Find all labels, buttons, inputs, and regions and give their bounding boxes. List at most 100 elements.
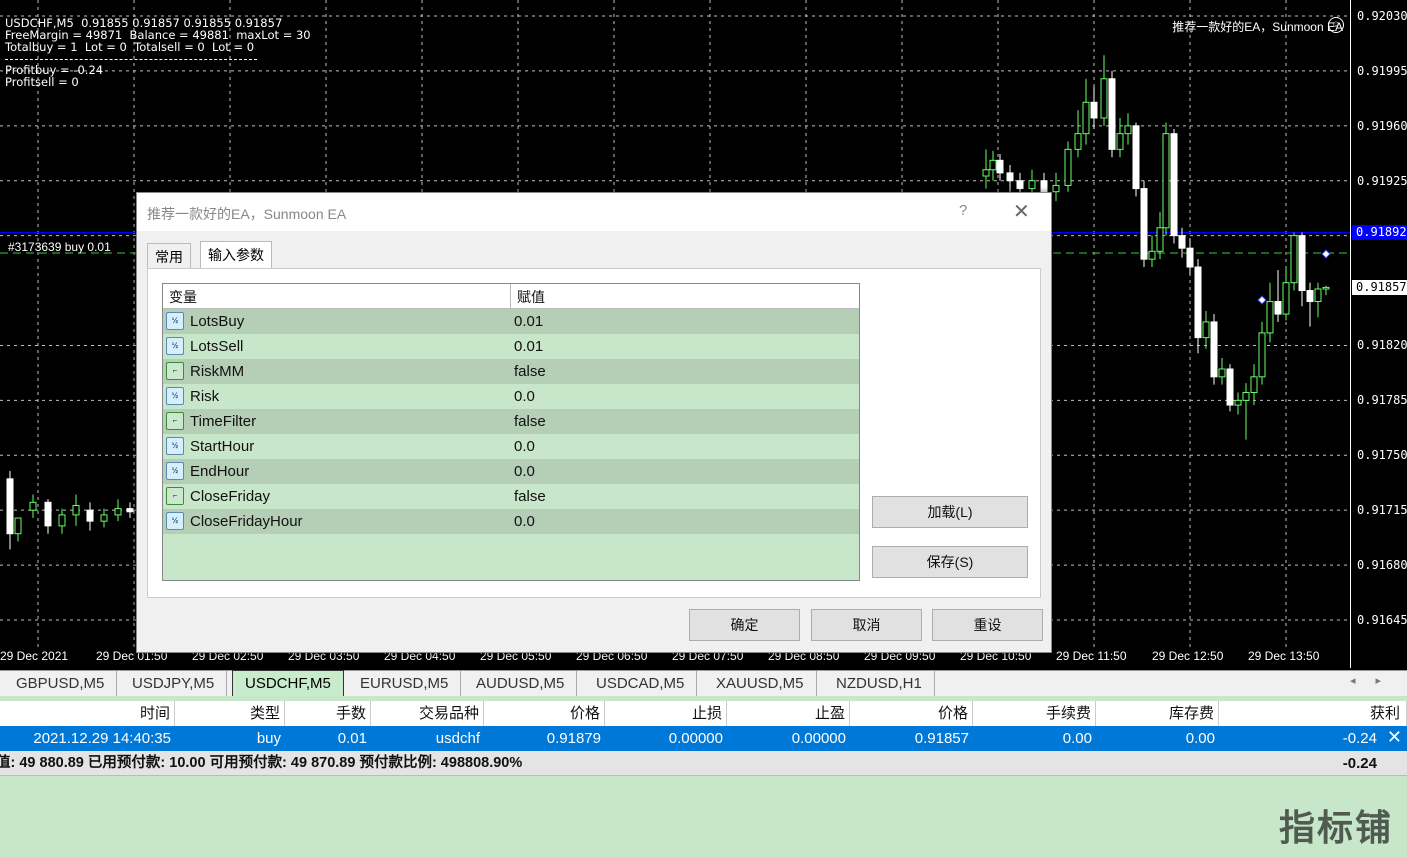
table-cell: buy [256,730,281,747]
candle-body [1140,188,1148,260]
number-param-icon: ½ [166,337,184,355]
param-value[interactable]: false [514,484,546,509]
number-param-icon: ½ [166,312,184,330]
tab-inputs[interactable]: 输入参数 [200,241,272,268]
candle-body [982,169,990,177]
param-row[interactable]: ⌐ RiskMM false [163,359,859,384]
chart-tab[interactable]: AUDUSD,M5 [464,671,578,696]
close-icon[interactable]: ✕ [1013,199,1030,224]
param-row[interactable]: ⌐ CloseFriday false [163,484,859,509]
price-tick-label: 0.91925 [1357,173,1407,188]
param-row[interactable]: ⌐ TimeFilter false [163,409,859,434]
param-value[interactable]: 0.0 [514,384,535,409]
price-tick-label: 0.92030 [1357,9,1407,23]
number-param-icon: ½ [166,462,184,480]
column-header[interactable]: 库存费 [1096,701,1219,726]
profit-sell-line: Profitsell = 0 [5,74,79,89]
candle-body [1006,172,1014,182]
bool-param-icon: ⌐ [166,487,184,505]
smile-icon[interactable]: ☺ [1328,17,1344,33]
candle-body [1124,125,1132,135]
candle-body [1178,235,1186,249]
param-value[interactable]: 0.0 [514,459,535,484]
chart-tab[interactable]: NZDUSD,H1 [824,671,935,696]
column-header[interactable]: 类型 [175,701,285,726]
candle-body [1290,235,1298,284]
tab-scroll-arrows-icon[interactable]: ◂▸ [1350,674,1401,687]
candle-body [1202,321,1210,339]
table-cell: 2021.12.29 14:40:35 [33,730,171,747]
column-variable[interactable]: 变量 [163,284,197,309]
candle-body [1218,368,1226,378]
ok-button[interactable]: 确定 [689,609,800,641]
table-cell: 0.00 [1185,730,1215,747]
param-value[interactable]: 0.0 [514,509,535,534]
candle-body [1258,332,1266,378]
param-name: LotsBuy [190,313,245,330]
param-row[interactable]: ½ LotsBuy 0.01 [163,309,859,334]
param-value[interactable]: 0.01 [514,334,543,359]
price-tick-label: 0.91820 [1357,338,1407,353]
reset-button[interactable]: 重设 [932,609,1043,641]
tab-general[interactable]: 常用 [147,243,191,268]
param-row[interactable]: ½ CloseFridayHour 0.0 [163,509,859,534]
param-row[interactable]: ½ LotsSell 0.01 [163,334,859,359]
param-value[interactable]: false [514,409,546,434]
candle-body [1186,247,1194,268]
param-row[interactable]: ½ StartHour 0.0 [163,434,859,459]
table-row[interactable]: ✕ 2021.12.29 14:40:35 buy 0.01 usdchf 0.9187… [0,726,1407,751]
order-line-label: #3173639 buy 0.01 [8,240,111,254]
table-cell: 0.01 [337,730,367,747]
candle-body [1116,133,1124,150]
param-value[interactable]: false [514,359,546,384]
param-value[interactable]: 0.0 [514,434,535,459]
param-value[interactable]: 0.01 [514,309,543,334]
param-table-header: 变量 赋值 [163,284,859,309]
param-row[interactable]: ½ EndHour 0.0 [163,459,859,484]
column-header[interactable]: 交易品种 [371,701,484,726]
candle-body [1016,180,1024,190]
price-tick-label: 0.91857 [1352,280,1407,296]
candle-body [126,508,134,513]
help-button[interactable]: ? [959,202,967,219]
column-header[interactable]: 价格 [484,701,605,726]
table-cell: 0.00000 [668,730,723,747]
chart-tab[interactable]: USDJPY,M5 [120,671,228,696]
trade-arrow-icon [1321,249,1331,259]
column-header[interactable]: 止损 [605,701,727,726]
info-separator [5,58,257,60]
candle-body [1250,376,1258,394]
candle-body [1266,301,1274,334]
candle-body [86,509,94,522]
candle-body [1082,101,1090,135]
candle-body [100,514,108,522]
candle-body [1108,78,1116,150]
save-button[interactable]: 保存(S) [872,546,1028,578]
dialog-titlebar[interactable]: 推荐一款好的EA，Sunmoon EA ? ✕ [137,193,1051,231]
chart-tab[interactable]: USDCAD,M5 [584,671,698,696]
terminal-panel: 时间 类型 手数 交易品种 价格 止损 止盈 价格 手续费 库存费 获利 ✕ 2021.12.29 … [0,696,1407,857]
account-summary-text: 值: 49 880.89 已用预付款: 10.00 可用预付款: 49 870.… [0,755,523,771]
number-param-icon: ½ [166,437,184,455]
column-header[interactable]: 止盈 [727,701,850,726]
chart-tab[interactable]: GBPUSD,M5 [4,671,118,696]
candle-body [1132,125,1140,190]
column-value[interactable]: 赋值 [510,284,545,309]
column-header[interactable]: 手数 [285,701,371,726]
column-header[interactable]: 手续费 [973,701,1096,726]
chart-tab[interactable]: USDCHF,M5 [232,670,344,697]
chart-tab[interactable]: EURUSD,M5 [348,671,462,696]
candle-body [1090,101,1098,119]
param-row[interactable]: ½ Risk 0.0 [163,384,859,409]
load-button[interactable]: 加载(L) [872,496,1028,528]
chart-tab[interactable]: XAUUSD,M5 [704,671,817,696]
candle-body [1194,266,1202,339]
column-header[interactable]: 时间 [0,701,175,726]
cancel-button[interactable]: 取消 [811,609,922,641]
ea-properties-dialog: 推荐一款好的EA，Sunmoon EA ? ✕ 常用 输入参数 变量 赋值 ½L… [136,192,1052,653]
column-header[interactable]: 价格 [850,701,973,726]
candle-body [1040,180,1048,193]
column-header[interactable]: 获利 [1219,701,1407,726]
ea-info-panel: USDCHF,M5 0.91855 0.91857 0.91855 0.9185… [5,17,311,88]
mt4-window: 0.920300.919950.919600.919250.918900.918… [0,0,1407,857]
